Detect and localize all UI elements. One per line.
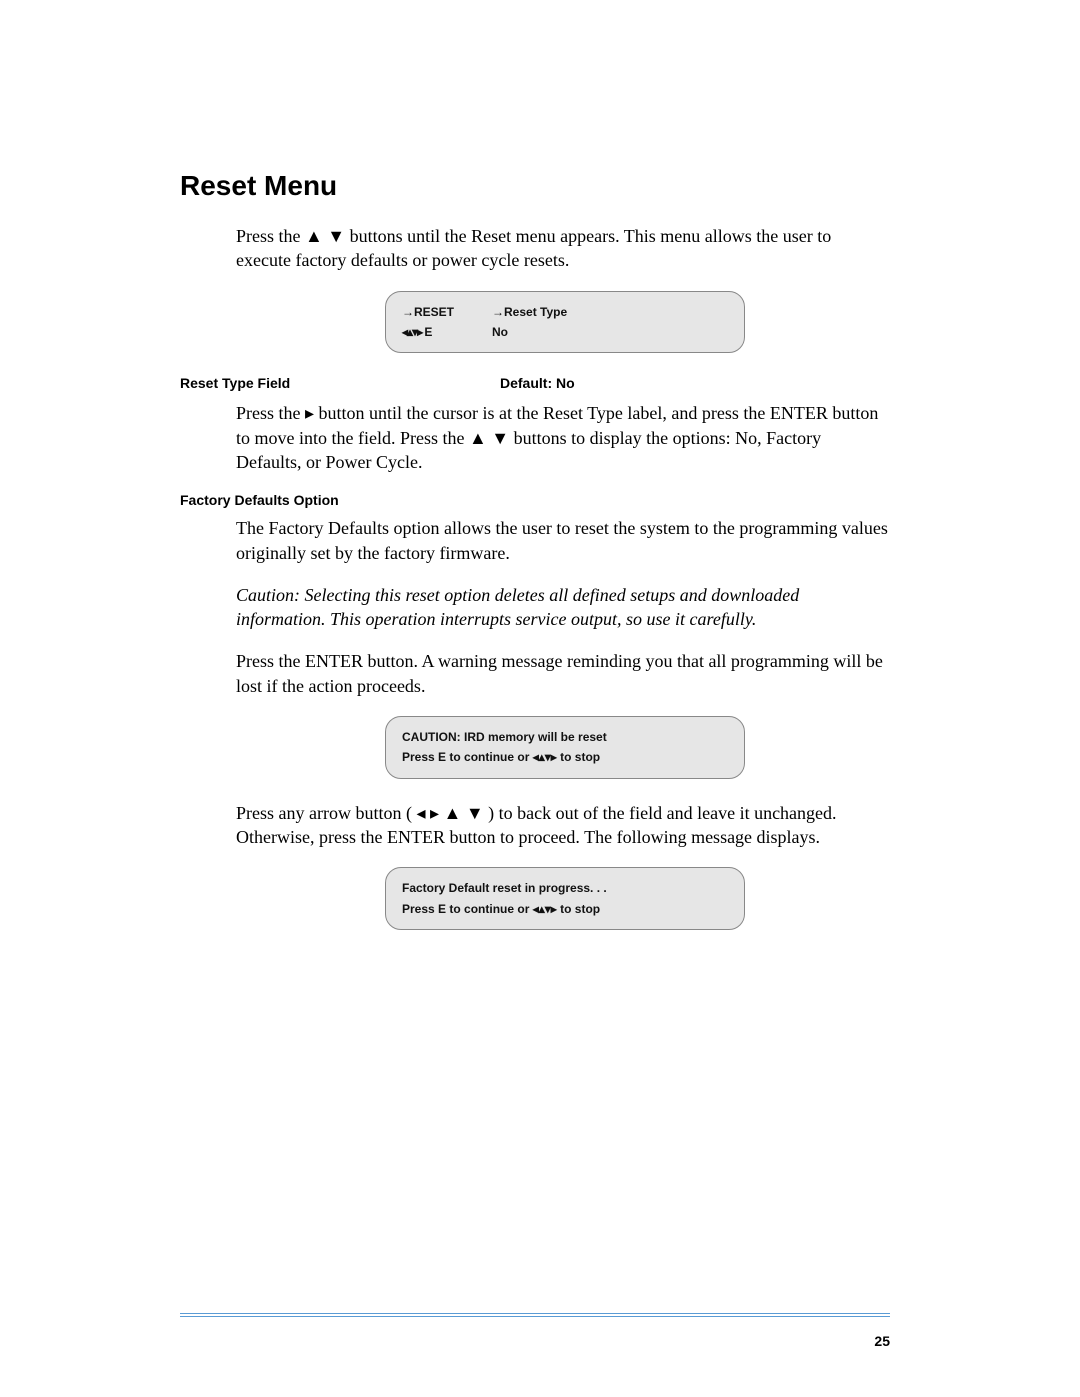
lcd-progress-line1: Factory Default reset in progress. . . [402,878,728,898]
lcd-caution-line2: Press E to continue or ◂▴▾▸ to stop [402,747,728,767]
reset-type-field-default: Default: No [500,375,575,391]
intro-paragraph: Press the ▲ ▼ buttons until the Reset me… [236,224,890,273]
document-page: Reset Menu Press the ▲ ▼ buttons until t… [0,0,1080,1397]
page-number: 25 [874,1333,890,1349]
lcd-row2-col2: No [492,322,508,342]
page-title: Reset Menu [180,170,890,202]
factory-defaults-label: Factory Defaults Option [180,492,890,508]
lcd-progress: Factory Default reset in progress. . . P… [385,867,745,930]
factory-defaults-caution: Caution: Selecting this reset option del… [236,583,890,632]
factory-defaults-text1: The Factory Defaults option allows the u… [236,516,890,565]
lcd-caution: CAUTION: IRD memory will be reset Press … [385,716,745,779]
reset-type-field-header: Reset Type Field Default: No [180,375,890,391]
footer-divider [180,1313,890,1317]
reset-type-field-label: Reset Type Field [180,375,500,391]
lcd-row2-col1: ◂▴▾▸ E [402,322,492,342]
factory-defaults-text2: Press the ENTER button. A warning messag… [236,649,890,698]
lcd-row1-col1: →RESET [402,302,492,322]
reset-type-field-paragraph: Press the ▸ button until the cursor is a… [236,401,890,474]
lcd-row1-col2: →Reset Type [492,302,567,322]
arrow-instruction-paragraph: Press any arrow button ( ◂ ▸ ▲ ▼ ) to ba… [236,801,890,850]
lcd-caution-line1: CAUTION: IRD memory will be reset [402,727,728,747]
lcd-reset-menu: →RESET →Reset Type ◂▴▾▸ E No [385,291,745,354]
lcd-progress-line2: Press E to continue or ◂▴▾▸ to stop [402,899,728,919]
